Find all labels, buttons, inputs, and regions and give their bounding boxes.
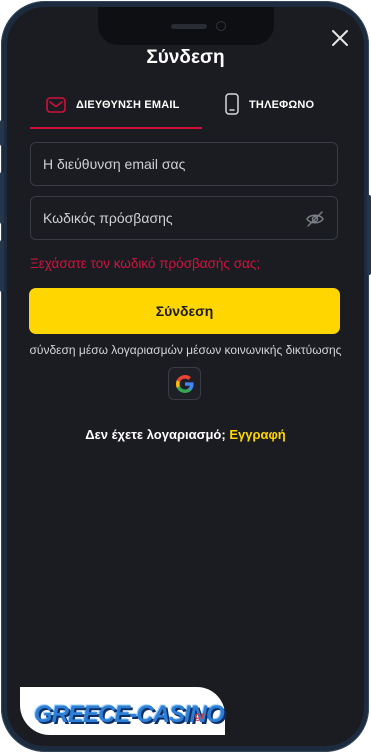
- google-login-button[interactable]: [168, 367, 201, 400]
- email-field[interactable]: Η διεύθυνση email σας: [30, 142, 338, 186]
- tab-email-label: ΔΙΕΥΘΥΝΣΗ EMAIL: [76, 99, 180, 111]
- close-icon: [332, 30, 348, 46]
- page-title: Σύνδεση: [146, 47, 225, 68]
- watermark-logo: GREECE-CASINO .gr: [20, 687, 225, 735]
- login-button[interactable]: Σύνδεση: [29, 288, 340, 334]
- signup-prompt: Δεν έχετε λογαριασμό;: [85, 427, 226, 442]
- google-icon: [176, 375, 194, 393]
- phone-side-button: [0, 172, 4, 224]
- phone-icon: [225, 93, 239, 115]
- speaker-grille: [171, 24, 207, 29]
- forgot-password-link[interactable]: Ξεχάσατε τον κωδικό πρόσβασής σας;: [30, 256, 260, 271]
- signup-row: Δεν έχετε λογαριασμό; Εγγραφή: [7, 427, 364, 442]
- password-placeholder: Κωδικός πρόσβασης: [43, 210, 173, 226]
- phone-side-button: [367, 195, 371, 275]
- close-button[interactable]: [329, 27, 351, 49]
- tab-phone-label: ΤΗΛΕΦΩΝΟ: [249, 99, 315, 111]
- app-screen: Σύνδεση ΔΙΕΥΘΥΝΣΗ EMAIL ΤΗΛΕΦΩΝΟ Η διεύθ…: [7, 7, 364, 746]
- front-camera: [216, 21, 226, 31]
- phone-side-button: [0, 240, 4, 292]
- email-icon: [46, 97, 66, 113]
- email-placeholder: Η διεύθυνση email σας: [43, 156, 186, 172]
- watermark-logo-tld: .gr: [192, 711, 205, 722]
- social-login-text: σύνδεση μέσω λογαριασμών μέσων κοινωνική…: [29, 343, 342, 357]
- tab-email[interactable]: ΔΙΕΥΘΥΝΣΗ EMAIL: [30, 95, 202, 129]
- eye-off-icon[interactable]: [305, 209, 325, 229]
- signup-link[interactable]: Εγγραφή: [229, 427, 285, 442]
- password-field[interactable]: Κωδικός πρόσβασης: [30, 196, 338, 240]
- tab-phone[interactable]: ΤΗΛΕΦΩΝΟ: [225, 93, 345, 127]
- phone-notch: [98, 7, 274, 45]
- phone-side-button: [0, 120, 4, 146]
